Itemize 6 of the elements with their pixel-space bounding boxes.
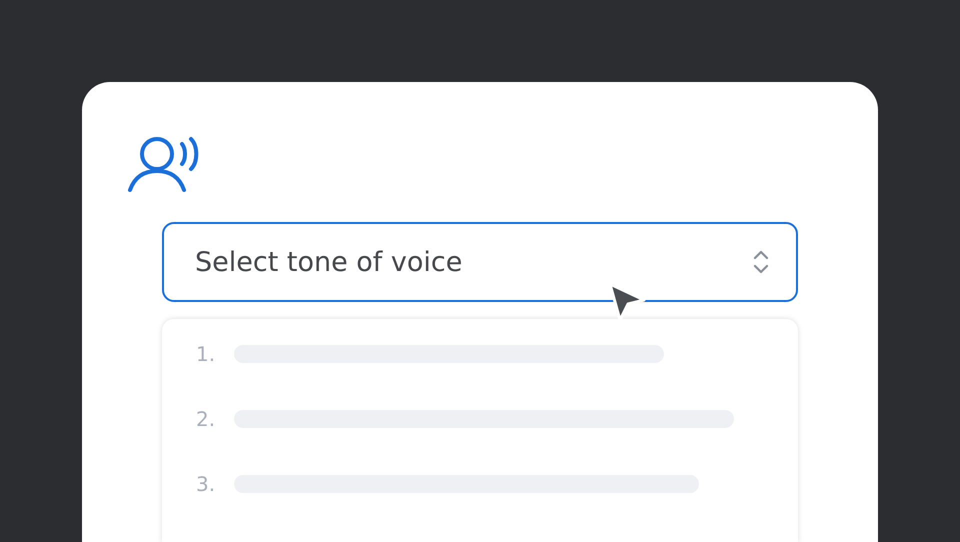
option-number: 2. [196, 406, 216, 430]
tone-of-voice-select[interactable]: Select tone of voice [162, 222, 798, 302]
select-placeholder: Select tone of voice [195, 246, 462, 278]
option-number: 3. [196, 472, 216, 496]
up-down-chevron-icon [752, 248, 770, 276]
option-number: 1. [196, 342, 216, 366]
